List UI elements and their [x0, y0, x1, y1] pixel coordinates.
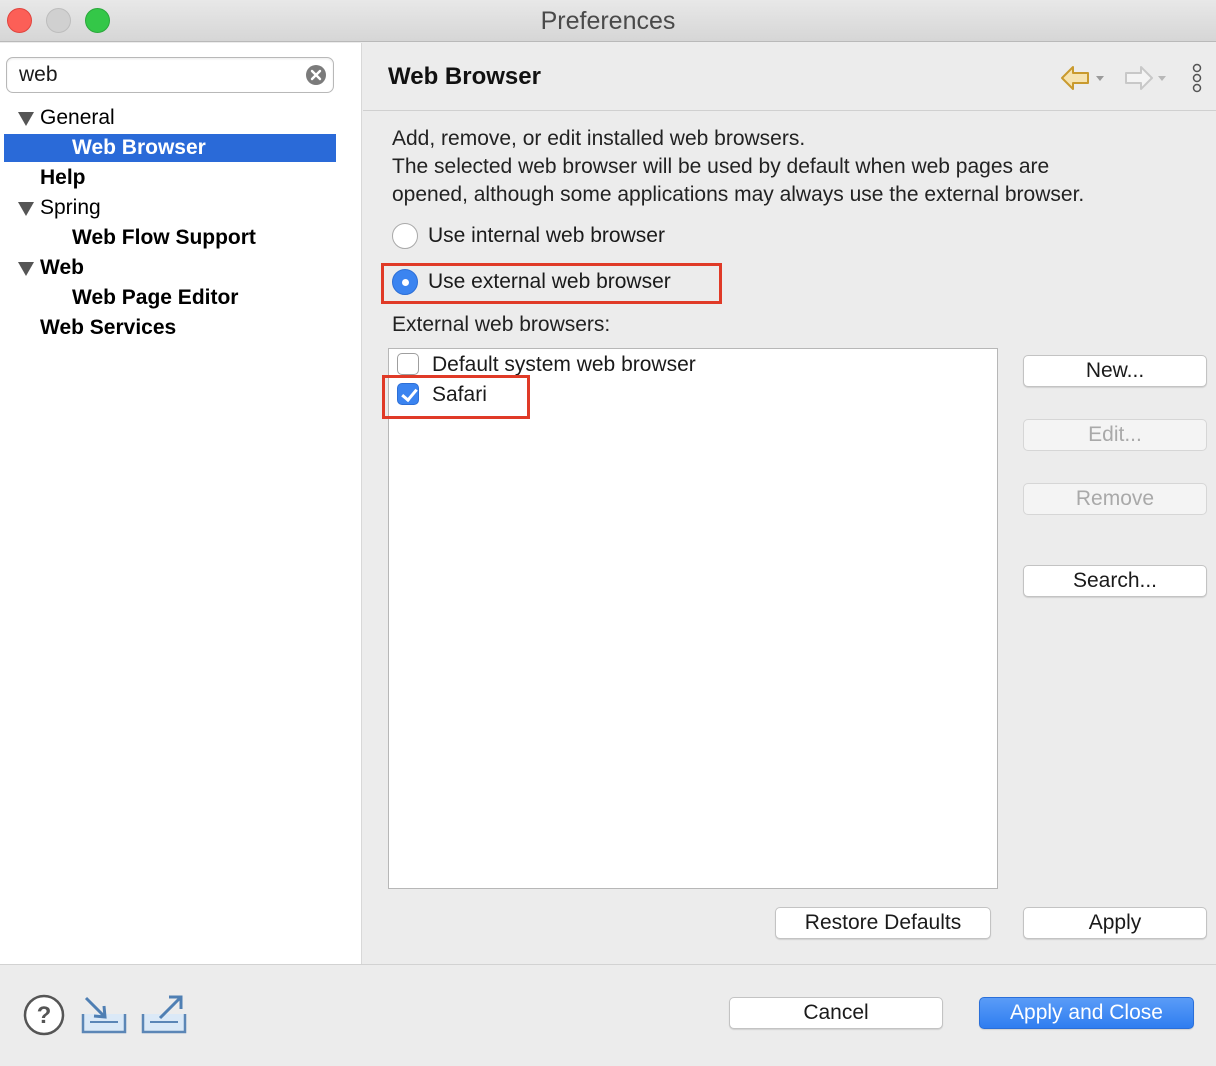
tree-item-web-services[interactable]: Web Services	[4, 314, 336, 342]
tree-item-label: Web Browser	[72, 136, 206, 159]
restore-defaults-button[interactable]: Restore Defaults	[775, 907, 991, 939]
tree-item-web-browser[interactable]: Web Browser	[4, 134, 336, 162]
tree-item-label: Help	[40, 166, 86, 189]
help-icon[interactable]: ?	[23, 994, 65, 1036]
browser-name[interactable]: Default system web browser	[432, 353, 696, 377]
browser-list[interactable]: Default system web browser Safari	[388, 348, 998, 889]
annotation-highlight-box	[382, 375, 530, 419]
export-icon[interactable]	[140, 994, 188, 1036]
description-line: opened, although some applications may a…	[392, 183, 1085, 206]
browser-checkbox[interactable]	[397, 353, 419, 375]
description-line: Add, remove, or edit installed web brows…	[392, 127, 806, 150]
filter-box	[6, 57, 334, 93]
svg-text:?: ?	[37, 1002, 52, 1029]
remove-browser-button[interactable]: Remove	[1023, 483, 1207, 515]
page-header: Web Browser	[363, 43, 1216, 111]
description-line: The selected web browser will be used by…	[392, 155, 1050, 178]
expand-arrow-icon[interactable]	[18, 202, 34, 216]
tree-item-label: Web	[40, 256, 84, 279]
internal-browser-radio[interactable]	[392, 223, 418, 249]
apply-and-close-button[interactable]: Apply and Close	[979, 997, 1194, 1029]
tree-item-web[interactable]: Web	[4, 254, 336, 282]
external-browser-radio[interactable]	[392, 269, 418, 295]
external-browsers-label: External web browsers:	[392, 313, 611, 336]
page-title: Web Browser	[388, 63, 541, 90]
edit-browser-button[interactable]: Edit...	[1023, 419, 1207, 451]
tree-item-label: Web Flow Support	[72, 226, 256, 249]
page-description: Add, remove, or edit installed web brows…	[392, 125, 1192, 209]
title-bar: Preferences	[0, 0, 1216, 42]
back-arrow-icon[interactable]	[1059, 63, 1109, 93]
tree-item-label: Web Page Editor	[72, 286, 239, 309]
tree-item-label: Spring	[40, 196, 101, 219]
forward-arrow-icon[interactable]	[1121, 63, 1171, 93]
footer-divider	[0, 964, 1216, 965]
new-browser-button[interactable]: New...	[1023, 355, 1207, 387]
tree-item-web-page-editor[interactable]: Web Page Editor	[4, 284, 336, 312]
filter-input[interactable]	[19, 62, 299, 88]
preferences-tree-panel: General Web Browser Help Spring Web Flow…	[0, 43, 362, 964]
tree-item-general[interactable]: General	[4, 104, 336, 132]
cancel-button[interactable]: Cancel	[729, 997, 943, 1029]
internal-browser-label[interactable]: Use internal web browser	[428, 224, 665, 248]
tree-item-help[interactable]: Help	[4, 164, 336, 192]
apply-button[interactable]: Apply	[1023, 907, 1207, 939]
expand-arrow-icon[interactable]	[18, 112, 34, 126]
expand-arrow-icon[interactable]	[18, 262, 34, 276]
search-browsers-button[interactable]: Search...	[1023, 565, 1207, 597]
external-browser-label[interactable]: Use external web browser	[428, 270, 671, 294]
import-icon[interactable]	[80, 994, 128, 1036]
tree-item-label: General	[40, 106, 115, 129]
clear-search-icon[interactable]	[305, 64, 327, 86]
view-menu-icon[interactable]	[1189, 63, 1205, 93]
tree-item-web-flow-support[interactable]: Web Flow Support	[4, 224, 336, 252]
tree-item-label: Web Services	[40, 316, 177, 339]
window-title: Preferences	[540, 7, 676, 35]
tree-item-spring[interactable]: Spring	[4, 194, 336, 222]
